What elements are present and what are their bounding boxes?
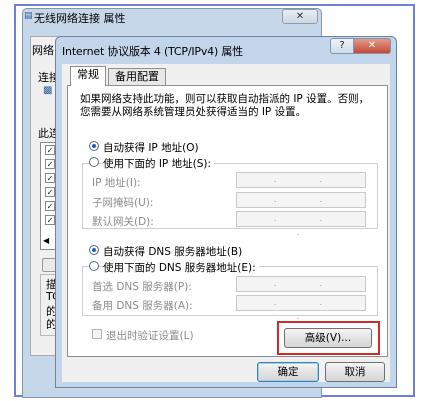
back-window-title: 无线网络连接 属性 — [34, 12, 126, 25]
tab-general[interactable]: 常规 — [70, 66, 106, 86]
ip-address-input[interactable]: . . . — [236, 172, 366, 199]
back-item-checkbox[interactable]: ✓ — [45, 173, 55, 183]
cancel-button[interactable]: 取消 — [325, 362, 385, 382]
validate-on-exit-label: 退出时验证设置(L) — [106, 330, 194, 342]
back-tab-network[interactable]: 网络 — [32, 42, 54, 58]
default-gateway-input[interactable]: . . . — [236, 211, 366, 238]
auto-dns-radio[interactable] — [89, 245, 99, 255]
subnet-mask-input[interactable]: . . . — [236, 192, 366, 219]
auto-dns-label: 自动获得 DNS 服务器地址(B) — [103, 246, 243, 258]
ok-button[interactable]: 确定 — [257, 362, 319, 382]
tab-alternate-config[interactable]: 备用配置 — [108, 68, 166, 85]
dialog-title: Internet 协议版本 4 (TCP/IPv4) 属性 — [62, 45, 243, 58]
back-item-checkbox[interactable]: ✓ — [45, 145, 55, 155]
manual-ip-label: 使用下面的 IP 地址(S): — [103, 156, 214, 171]
manual-dns-label: 使用下面的 DNS 服务器地址(E): — [103, 260, 259, 275]
auto-ip-label: 自动获得 IP 地址(O) — [103, 142, 199, 154]
back-item-checkbox[interactable]: ✓ — [45, 187, 55, 197]
description-text: 如果网络支持此功能，则可以获取自动指派的 IP 设置。否则，您需要从网络系统管理… — [80, 93, 370, 118]
preferred-dns-input[interactable]: . . . — [236, 276, 366, 303]
preferred-dns-label: 首选 DNS 服务器(P): — [92, 281, 192, 293]
alternate-dns-label: 备用 DNS 服务器(A): — [92, 300, 193, 312]
ip-address-label: IP 地址(I): — [92, 177, 141, 189]
adapter-icon: ▩ — [43, 85, 53, 96]
manual-dns-radio[interactable] — [89, 261, 99, 271]
subnet-mask-label: 子网掩码(U): — [92, 197, 154, 209]
scroll-left-icon[interactable]: ◀ — [43, 236, 49, 245]
default-gateway-label: 默认网关(D): — [92, 216, 154, 228]
back-item-checkbox[interactable]: ✓ — [45, 215, 55, 225]
validate-on-exit-checkbox[interactable] — [92, 329, 102, 339]
alternate-dns-input[interactable]: . . . — [236, 295, 366, 322]
back-item-checkbox[interactable]: ✓ — [45, 201, 55, 211]
advanced-button[interactable]: 高级(V)... — [284, 328, 372, 348]
back-window-close-button[interactable]: ✕ — [282, 9, 318, 24]
back-item-checkbox[interactable]: ✓ — [45, 159, 55, 169]
manual-ip-radio[interactable] — [89, 157, 99, 167]
help-button[interactable]: ? — [330, 38, 354, 54]
network-icon: ▤ — [24, 11, 33, 21]
close-button[interactable]: ✕ — [353, 38, 391, 54]
auto-ip-radio[interactable] — [89, 141, 99, 151]
